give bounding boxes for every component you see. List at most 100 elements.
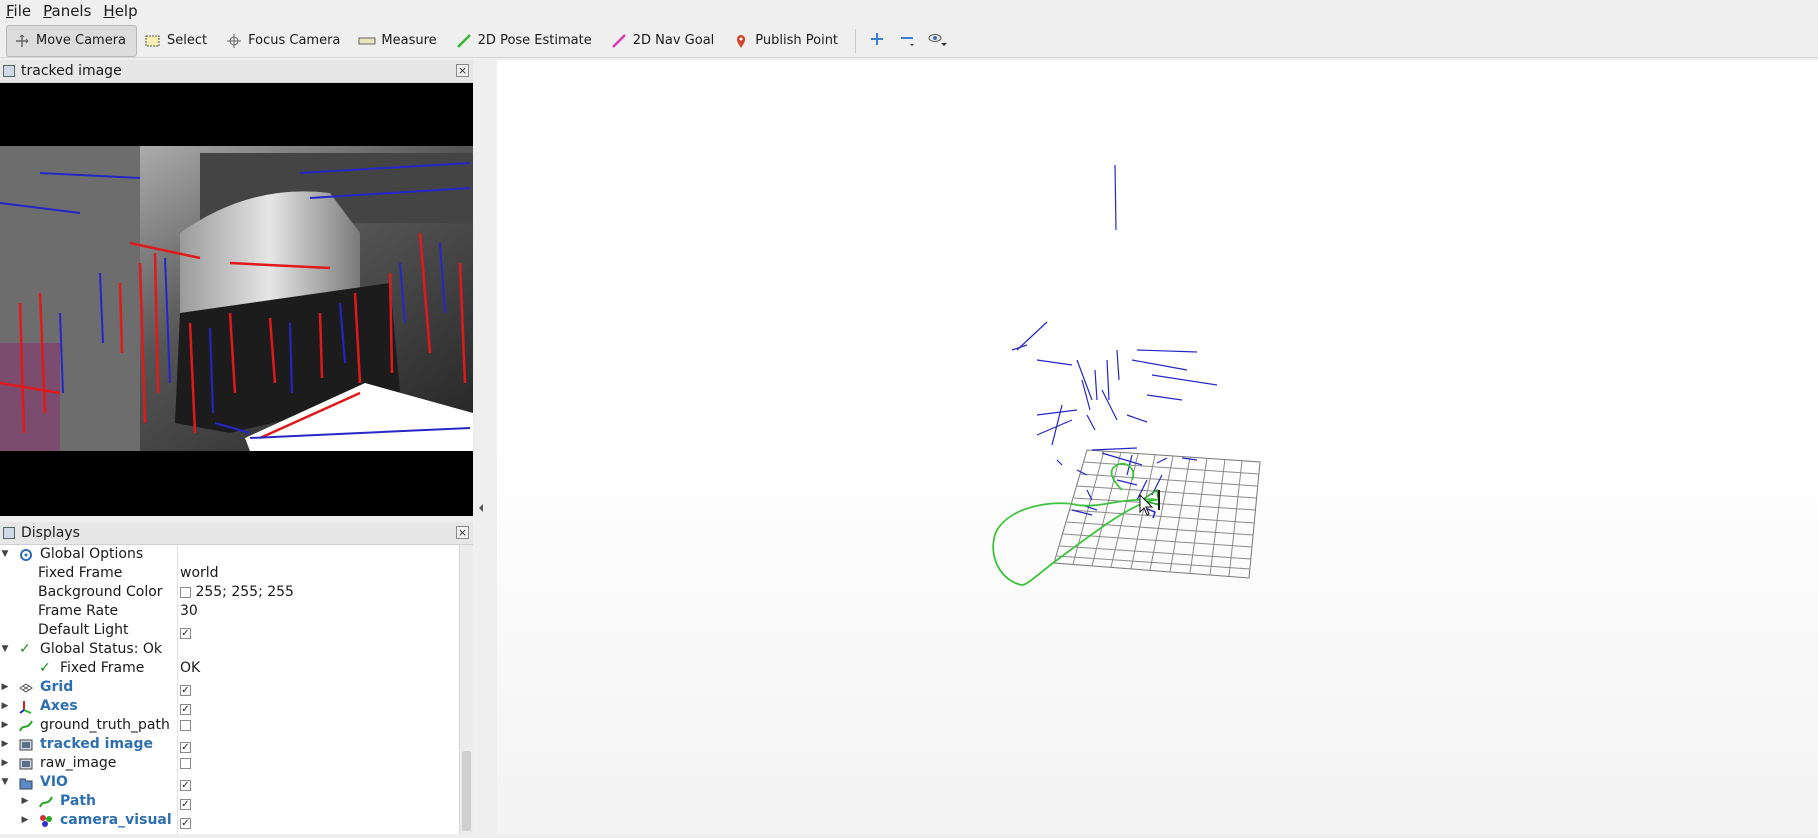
publish-point-button[interactable]: Publish Point <box>725 25 849 57</box>
chevron-right-icon[interactable]: ▶ <box>0 754 10 773</box>
publish-point-icon <box>732 34 750 48</box>
tree-scrollbar[interactable] <box>459 545 473 834</box>
path-icon <box>39 795 53 809</box>
tree-row-global-options[interactable]: ▼ Global Options <box>0 545 459 564</box>
chevron-right-icon[interactable]: ▶ <box>20 792 30 811</box>
plus-icon <box>870 32 884 50</box>
chevron-right-icon[interactable]: ▶ <box>20 811 30 830</box>
focus-camera-button[interactable]: Focus Camera <box>218 25 351 57</box>
frame-rate-value[interactable]: 30 <box>180 602 198 621</box>
nav-goal-button[interactable]: 2D Nav Goal <box>603 25 726 57</box>
tree-row-camera-visual[interactable]: ▶ camera_visual ✓ <box>0 811 459 830</box>
chevron-right-icon[interactable]: ▶ <box>0 678 10 697</box>
color-swatch <box>180 587 191 598</box>
tracked-camera-image <box>0 83 473 516</box>
chevron-down-icon[interactable]: ▼ <box>0 545 10 564</box>
focus-camera-icon <box>225 33 243 48</box>
select-label: Select <box>167 33 208 48</box>
tree-row-fixed-frame[interactable]: Fixed Frame world <box>0 564 459 583</box>
raw-image-checkbox[interactable] <box>180 758 191 769</box>
remove-tool-button[interactable] <box>892 26 922 56</box>
close-icon[interactable]: × <box>456 526 469 539</box>
measure-button[interactable]: Measure <box>351 25 447 57</box>
toolbar-separator <box>855 28 857 53</box>
displays-tree: ▼ Global Options Fixed Frame world Backg… <box>0 545 459 834</box>
displays-panel: Displays × ▼ Global Options Fixed Frame … <box>0 522 473 834</box>
displays-title: Displays <box>21 525 80 541</box>
pose-estimate-label: 2D Pose Estimate <box>477 33 592 48</box>
ground-grid <box>1053 449 1261 579</box>
tree-row-grid[interactable]: ▶ Grid ✓ <box>0 678 459 697</box>
marker-icon <box>39 814 53 828</box>
minus-icon <box>899 31 915 51</box>
chevron-right-icon[interactable]: ▶ <box>0 716 10 735</box>
displays-title-bar[interactable]: Displays × <box>0 522 473 545</box>
trajectory-path <box>992 462 1158 586</box>
eye-icon <box>926 31 948 51</box>
nav-goal-label: 2D Nav Goal <box>632 33 715 48</box>
grid-icon <box>19 681 33 695</box>
pose-estimate-button[interactable]: 2D Pose Estimate <box>448 25 603 57</box>
path-checkbox[interactable]: ✓ <box>180 799 191 810</box>
tree-row-background-color[interactable]: Background Color 255; 255; 255 <box>0 583 459 602</box>
tree-row-ground-truth-path[interactable]: ▶ ground_truth_path <box>0 716 459 735</box>
nav-goal-icon <box>610 33 628 48</box>
publish-point-label: Publish Point <box>755 33 839 48</box>
chevron-right-icon[interactable]: ▶ <box>0 735 10 754</box>
close-icon[interactable]: × <box>456 64 469 77</box>
vio-checkbox[interactable]: ✓ <box>180 780 191 791</box>
path-icon <box>19 719 33 733</box>
image-icon <box>19 757 33 771</box>
tree-row-raw-image[interactable]: ▶ raw_image <box>0 754 459 773</box>
gear-icon <box>19 548 33 562</box>
menu-bar: File Panels Help <box>0 0 1818 22</box>
move-camera-button[interactable]: Move Camera <box>6 24 138 57</box>
feature-lines <box>1011 164 1218 516</box>
tree-row-tracked-image[interactable]: ▶ tracked image ✓ <box>0 735 459 754</box>
move-camera-icon <box>13 34 31 48</box>
measure-label: Measure <box>381 33 437 48</box>
image-panel-icon <box>3 65 15 77</box>
tracked-image-checkbox[interactable]: ✓ <box>180 742 191 753</box>
ground-truth-path-checkbox[interactable] <box>180 720 191 731</box>
tracked-image-title-bar[interactable]: tracked image × <box>0 60 473 83</box>
tree-row-vio[interactable]: ▼ VIO ✓ <box>0 773 459 792</box>
tree-row-path[interactable]: ▶ Path ✓ <box>0 792 459 811</box>
scrollbar-thumb[interactable] <box>462 751 471 831</box>
axes-checkbox[interactable]: ✓ <box>180 704 191 715</box>
check-icon: ✓ <box>39 660 51 676</box>
left-dock: tracked image × Displays × ▼ Global Opti… <box>0 60 483 834</box>
focus-camera-label: Focus Camera <box>248 33 341 48</box>
3d-render-view[interactable] <box>497 60 1818 834</box>
chevron-down-icon[interactable]: ▼ <box>0 773 10 792</box>
menu-file[interactable]: File <box>0 0 37 22</box>
chevron-right-icon[interactable]: ▶ <box>0 697 10 716</box>
tree-row-frame-rate[interactable]: Frame Rate 30 <box>0 602 459 621</box>
default-light-checkbox[interactable]: ✓ <box>180 628 191 639</box>
image-icon <box>19 738 33 752</box>
measure-icon <box>358 34 376 48</box>
grid-checkbox[interactable]: ✓ <box>180 685 191 696</box>
tracked-image-title: tracked image <box>21 63 122 79</box>
tree-row-axes[interactable]: ▶ Axes ✓ <box>0 697 459 716</box>
add-tool-button[interactable] <box>862 26 892 56</box>
menu-help[interactable]: Help <box>97 0 143 22</box>
tree-row-global-status[interactable]: ▼ ✓ Global Status: Ok <box>0 640 459 659</box>
collapse-dock-handle[interactable] <box>473 60 497 834</box>
background-color-value[interactable]: 255; 255; 255 <box>180 583 294 602</box>
fixed-frame-value[interactable]: world <box>180 564 219 583</box>
displays-panel-icon <box>3 527 15 539</box>
camera-visual-checkbox[interactable]: ✓ <box>180 818 191 829</box>
folder-icon <box>19 776 33 790</box>
status-fixed-frame-value: OK <box>180 660 201 676</box>
tree-row-status-fixed-frame[interactable]: ✓ Fixed Frame OK <box>0 659 459 678</box>
axes-icon <box>19 700 33 714</box>
menu-panels[interactable]: Panels <box>37 0 97 22</box>
select-button[interactable]: Select <box>137 25 218 57</box>
view-options-button[interactable] <box>922 26 952 56</box>
tree-row-default-light[interactable]: Default Light ✓ <box>0 621 459 640</box>
chevron-down-icon[interactable]: ▼ <box>0 640 10 659</box>
check-icon: ✓ <box>19 641 31 657</box>
select-icon <box>144 34 162 48</box>
tracked-image-panel: tracked image × <box>0 60 473 516</box>
